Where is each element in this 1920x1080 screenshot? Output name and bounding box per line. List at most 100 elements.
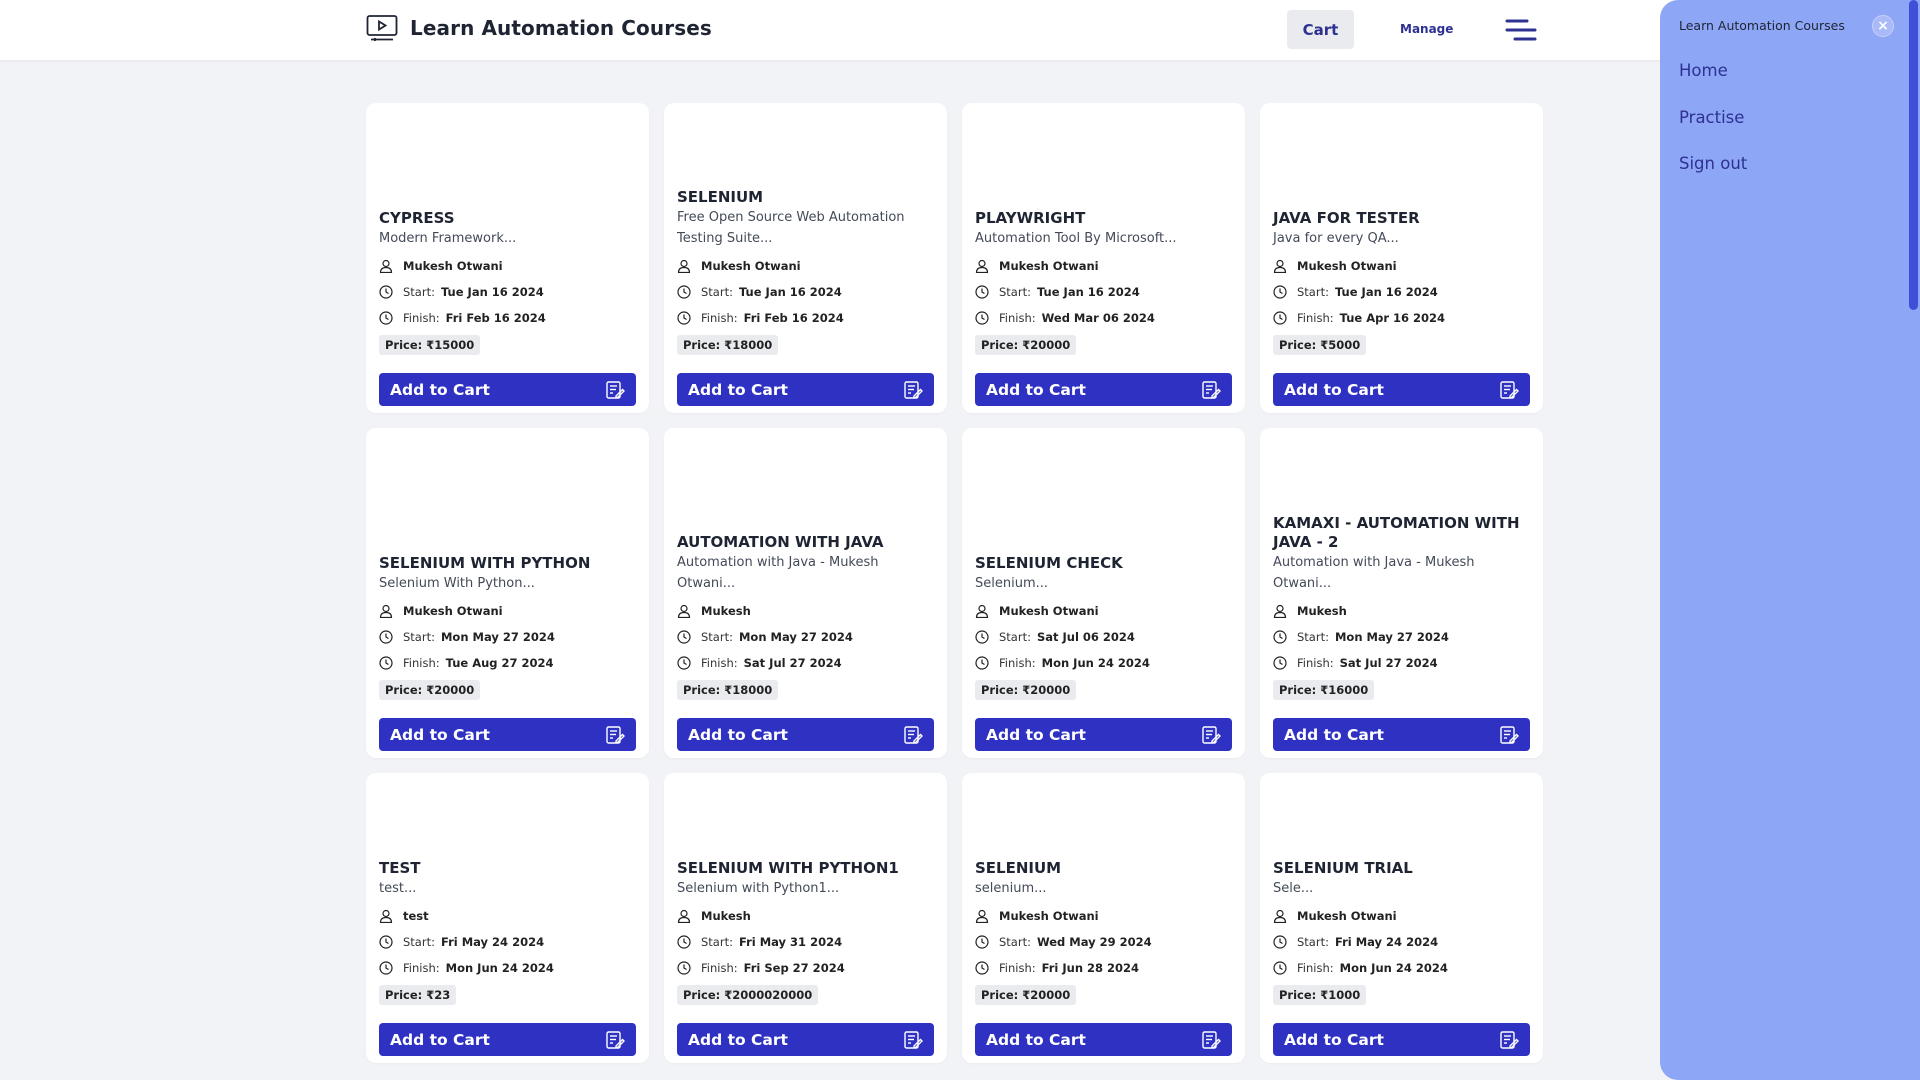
- note-edit-icon: [606, 380, 625, 399]
- manage-link[interactable]: Manage: [1400, 22, 1453, 36]
- add-to-cart-button[interactable]: Add to Cart: [379, 718, 636, 751]
- finish-label: Finish:: [403, 656, 440, 670]
- start-label: Start:: [403, 630, 435, 644]
- course-author-row: Mukesh: [677, 598, 934, 624]
- course-start-date: Fri May 24 2024: [440, 935, 545, 949]
- user-icon: [379, 909, 393, 923]
- add-to-cart-button[interactable]: Add to Cart: [975, 373, 1232, 406]
- clock-icon: [379, 961, 393, 975]
- course-finish-row: Finish: Fri Jun 28 2024: [975, 955, 1232, 981]
- user-icon: [677, 909, 691, 923]
- course-grid: CYPRESS Modern Framework... Mukesh Otwani S…: [366, 103, 1546, 1063]
- add-to-cart-button[interactable]: Add to Cart: [677, 1023, 934, 1056]
- close-icon[interactable]: ×: [1872, 15, 1894, 37]
- course-card[interactable]: SELENIUM selenium... Mukesh Otwani Start: We…: [962, 773, 1245, 1063]
- course-card[interactable]: JAVA FOR TESTER Java for every QA... Mukes…: [1260, 103, 1543, 413]
- sidebar-item-practise[interactable]: Practise: [1679, 107, 1747, 154]
- course-author: Mukesh Otwani: [999, 909, 1099, 923]
- hamburger-menu-icon[interactable]: [1505, 18, 1537, 42]
- sidebar-item-sign-out[interactable]: Sign out: [1679, 153, 1747, 200]
- clock-icon: [1273, 961, 1287, 975]
- course-start-row: Start: Tue Jan 16 2024: [1273, 279, 1530, 305]
- course-finish-row: Finish: Tue Aug 27 2024: [379, 650, 636, 676]
- brand[interactable]: Learn Automation Courses: [366, 14, 712, 42]
- course-finish-row: Finish: Fri Sep 27 2024: [677, 955, 934, 981]
- course-card[interactable]: CYPRESS Modern Framework... Mukesh Otwani S…: [366, 103, 649, 413]
- finish-label: Finish:: [999, 656, 1036, 670]
- clock-icon: [379, 935, 393, 949]
- add-to-cart-button[interactable]: Add to Cart: [975, 1023, 1232, 1056]
- course-start-row: Start: Mon May 27 2024: [1273, 624, 1530, 650]
- course-card[interactable]: PLAYWRIGHT Automation Tool By Microsoft..…: [962, 103, 1245, 413]
- price-badge: Price: ₹20000: [379, 680, 481, 700]
- course-card[interactable]: SELENIUM Free Open Source Web Automation …: [664, 103, 947, 413]
- note-edit-icon: [1202, 380, 1221, 399]
- course-card[interactable]: AUTOMATION WITH JAVA Automation with Java…: [664, 428, 947, 758]
- add-to-cart-button[interactable]: Add to Cart: [379, 1023, 636, 1056]
- course-title: CYPRESS: [379, 209, 455, 227]
- course-card-body: PLAYWRIGHT Automation Tool By Microsoft..…: [975, 209, 1232, 406]
- course-start-row: Start: Sat Jul 06 2024: [975, 624, 1232, 650]
- course-start-date: Tue Jan 16 2024: [1334, 285, 1438, 299]
- cart-button[interactable]: Cart: [1287, 10, 1354, 49]
- course-card-body: KAMAXI - AUTOMATION WITH JAVA - 2 Automat…: [1273, 514, 1530, 751]
- add-to-cart-button[interactable]: Add to Cart: [975, 718, 1232, 751]
- course-card[interactable]: SELENIUM WITH PYTHON Selenium With Python…: [366, 428, 649, 758]
- course-card[interactable]: SELENIUM WITH PYTHON1 Selenium with Pytho…: [664, 773, 947, 1063]
- note-edit-icon: [904, 380, 923, 399]
- course-author-row: test: [379, 903, 636, 929]
- sidebar-title: Learn Automation Courses: [1679, 18, 1845, 33]
- note-edit-icon: [904, 725, 923, 744]
- price-badge: Price: ₹20000: [975, 335, 1077, 355]
- sidebar-item-home[interactable]: Home: [1679, 60, 1747, 107]
- course-card[interactable]: KAMAXI - AUTOMATION WITH JAVA - 2 Automat…: [1260, 428, 1543, 758]
- course-title: SELENIUM: [677, 188, 764, 206]
- course-card[interactable]: SELENIUM TRIAL Sele... Mukesh Otwani Start:…: [1260, 773, 1543, 1063]
- course-title: SELENIUM WITH PYTHON1: [677, 859, 899, 877]
- course-title: AUTOMATION WITH JAVA: [677, 533, 884, 551]
- course-start-date: Tue Jan 16 2024: [738, 285, 842, 299]
- clock-icon: [677, 285, 691, 299]
- add-to-cart-button[interactable]: Add to Cart: [379, 373, 636, 406]
- course-finish-date: Wed Mar 06 2024: [1041, 311, 1155, 325]
- finish-label: Finish:: [1297, 311, 1334, 325]
- sidebar-scrollbar[interactable]: [1909, 0, 1918, 310]
- course-card-body: SELENIUM Free Open Source Web Automation …: [677, 188, 934, 406]
- add-to-cart-button[interactable]: Add to Cart: [1273, 1023, 1530, 1056]
- note-edit-icon: [1500, 380, 1519, 399]
- add-to-cart-label: Add to Cart: [688, 380, 788, 399]
- user-icon: [1273, 259, 1287, 273]
- start-label: Start:: [999, 630, 1031, 644]
- course-finish-row: Finish: Wed Mar 06 2024: [975, 305, 1232, 331]
- clock-icon: [975, 656, 989, 670]
- course-author: Mukesh Otwani: [403, 259, 503, 273]
- course-description: Free Open Source Web Automation Testing …: [677, 210, 905, 246]
- course-start-date: Mon May 27 2024: [1334, 630, 1449, 644]
- sidebar-drawer: Learn Automation Courses × Home Practise…: [1660, 0, 1920, 1080]
- course-finish-date: Sat Jul 27 2024: [1339, 656, 1438, 670]
- course-title: SELENIUM WITH PYTHON: [379, 554, 591, 572]
- course-start-row: Start: Tue Jan 16 2024: [379, 279, 636, 305]
- course-card[interactable]: TEST test... test Start: Fri May 24 2024 Fini…: [366, 773, 649, 1063]
- clock-icon: [379, 311, 393, 325]
- add-to-cart-label: Add to Cart: [1284, 1030, 1384, 1049]
- add-to-cart-button[interactable]: Add to Cart: [677, 373, 934, 406]
- add-to-cart-label: Add to Cart: [390, 725, 490, 744]
- course-description: Sele...: [1273, 881, 1314, 896]
- note-edit-icon: [606, 1030, 625, 1049]
- add-to-cart-button[interactable]: Add to Cart: [677, 718, 934, 751]
- monitor-play-icon: [366, 15, 398, 41]
- clock-icon: [1273, 656, 1287, 670]
- clock-icon: [1273, 311, 1287, 325]
- course-author: Mukesh Otwani: [701, 259, 801, 273]
- finish-label: Finish:: [701, 961, 738, 975]
- course-start-row: Start: Fri May 31 2024: [677, 929, 934, 955]
- course-card[interactable]: SELENIUM CHECK Selenium... Mukesh Otwani St…: [962, 428, 1245, 758]
- add-to-cart-button[interactable]: Add to Cart: [1273, 718, 1530, 751]
- add-to-cart-button[interactable]: Add to Cart: [1273, 373, 1530, 406]
- course-finish-date: Mon Jun 24 2024: [445, 961, 554, 975]
- finish-label: Finish:: [403, 311, 440, 325]
- clock-icon: [975, 630, 989, 644]
- course-author-row: Mukesh Otwani: [975, 903, 1232, 929]
- course-card-body: SELENIUM selenium... Mukesh Otwani Start: We…: [975, 859, 1232, 1056]
